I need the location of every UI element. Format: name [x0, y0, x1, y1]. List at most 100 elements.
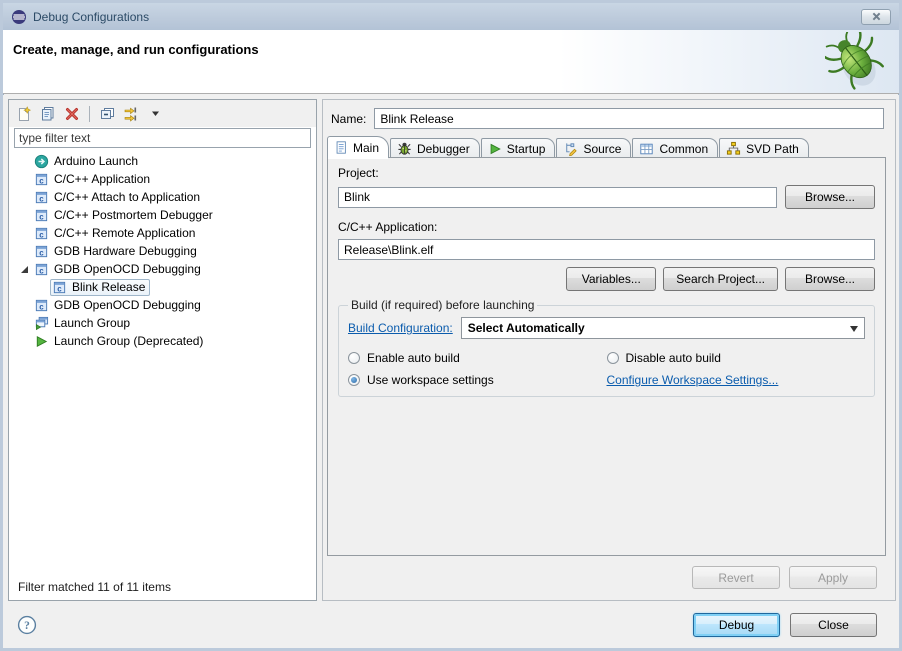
build-group-title: Build (if required) before launching [348, 298, 537, 312]
variables-button[interactable]: Variables... [566, 267, 656, 291]
build-configuration-value: Select Automatically [468, 321, 585, 335]
svg-text:c: c [39, 266, 44, 275]
banner-title: Create, manage, and run configurations [13, 42, 259, 57]
tree-item-label: C/C++ Postmortem Debugger [54, 208, 213, 222]
tree-item-c-c-postmortem-debugger[interactable]: c C/C++ Postmortem Debugger [9, 206, 316, 224]
search-project-button[interactable]: Search Project... [663, 267, 778, 291]
bug-graphic-icon [825, 32, 887, 92]
c-app-icon: c [34, 298, 49, 313]
c-app-icon: c [34, 190, 49, 205]
svg-text:c: c [39, 248, 44, 257]
launch-group-icon [34, 316, 49, 331]
tree-item-c-c-remote-application[interactable]: cC/C++ Remote Application [9, 224, 316, 242]
svg-text:c: c [57, 284, 62, 293]
build-configuration-select[interactable]: Select Automatically [461, 317, 865, 339]
tree-item-c-c-attach-to-application[interactable]: c C/C++ Attach to Application [9, 188, 316, 206]
tree-item-launch-group[interactable]: Launch Group [9, 314, 316, 332]
tab-debugger[interactable]: Debugger [390, 138, 480, 158]
collapse-all-button[interactable] [96, 103, 118, 125]
tree-item-gdb-openocd-debugging[interactable]: c GDB OpenOCD Debugging [9, 296, 316, 314]
name-input[interactable] [374, 108, 884, 129]
build-configuration-link[interactable]: Build Configuration: [348, 321, 453, 335]
radio-icon [348, 374, 360, 386]
c-app-icon: c [34, 172, 49, 187]
tree-item-label: Blink Release [72, 280, 145, 294]
application-label: C/C++ Application: [338, 220, 875, 234]
chevron-down-icon [151, 109, 160, 118]
tree-item-arduino-launch[interactable]: Arduino Launch [9, 152, 316, 170]
filter-configurations-button[interactable] [120, 103, 142, 125]
svd-path-tab-icon [726, 141, 741, 156]
new-configuration-button[interactable] [13, 103, 35, 125]
collapse-all-icon [99, 106, 115, 122]
debug-button[interactable]: Debug [693, 613, 780, 637]
expanded-twistie-icon[interactable] [17, 265, 32, 274]
tab-common[interactable]: Common [632, 138, 718, 158]
apply-button[interactable]: Apply [789, 566, 877, 589]
configure-workspace-settings-link[interactable]: Configure Workspace Settings... [607, 373, 866, 387]
delete-configuration-button[interactable] [61, 103, 83, 125]
tree-item-label: C/C++ Application [54, 172, 150, 186]
close-button[interactable]: Close [790, 613, 877, 637]
tree-item-launch-group-deprecated[interactable]: Launch Group (Deprecated) [9, 332, 316, 350]
filter-input[interactable] [14, 128, 311, 148]
c-app-icon: c [34, 244, 49, 259]
sidebar-toolbar [9, 100, 316, 127]
close-window-button[interactable] [861, 9, 891, 25]
c-app-icon: c [34, 208, 49, 223]
tree-item-blink-release[interactable]: c Blink Release [9, 278, 316, 296]
common-tab-icon [639, 142, 654, 156]
filter-status-text: Filter matched 11 of 11 items [18, 580, 171, 594]
tree-item-c-c-application[interactable]: c C/C++ Application [9, 170, 316, 188]
project-browse-button[interactable]: Browse... [785, 185, 875, 209]
radio-icon [607, 352, 619, 364]
svg-text:c: c [39, 194, 44, 203]
application-browse-button[interactable]: Browse... [785, 267, 875, 291]
configuration-editor: Name: Main DebuggerStartup Source Common SVD… [322, 99, 896, 601]
project-input[interactable] [338, 187, 777, 208]
eclipse-icon [11, 9, 27, 25]
help-icon[interactable]: ? [17, 615, 37, 635]
startup-tab-icon [488, 142, 502, 156]
tab-label: Source [583, 142, 621, 156]
tree-item-label: GDB OpenOCD Debugging [54, 298, 201, 312]
svg-text:?: ? [24, 620, 30, 632]
title-bar[interactable]: Debug Configurations [3, 3, 899, 30]
chevron-down-icon [850, 326, 858, 336]
tree-item-gdb-hardware-debugging[interactable]: cGDB Hardware Debugging [9, 242, 316, 260]
config-tabs: Main DebuggerStartup Source Common SVD Path [327, 137, 886, 158]
tab-label: SVD Path [746, 142, 799, 156]
arduino-launch-icon [34, 154, 49, 169]
close-icon [872, 12, 881, 21]
toolbar-separator [89, 106, 90, 122]
tab-source[interactable]: Source [556, 138, 631, 158]
tab-svd-path[interactable]: SVD Path [719, 138, 809, 158]
use-workspace-settings-radio[interactable]: Use workspace settings [348, 373, 607, 387]
tree-item-label: C/C++ Remote Application [54, 226, 195, 240]
tab-startup[interactable]: Startup [481, 138, 556, 158]
svg-text:c: c [39, 302, 44, 311]
revert-button[interactable]: Revert [692, 566, 780, 589]
debugger-tab-icon [397, 141, 412, 156]
tree-item-gdb-openocd-debugging[interactable]: c GDB OpenOCD Debugging [9, 260, 316, 278]
application-input[interactable] [338, 239, 875, 260]
name-label: Name: [331, 112, 366, 126]
delete-icon [64, 106, 80, 122]
duplicate-configuration-button[interactable] [37, 103, 59, 125]
tab-label: Common [659, 142, 708, 156]
c-app-icon: c [52, 280, 67, 295]
tree-item-label: C/C++ Attach to Application [54, 190, 200, 204]
filter-icon [123, 106, 139, 122]
radio-icon [348, 352, 360, 364]
svg-text:c: c [39, 176, 44, 185]
enable-auto-build-radio[interactable]: Enable auto build [348, 351, 607, 365]
tab-label: Main [353, 141, 379, 155]
tree-item-label: Arduino Launch [54, 154, 138, 168]
debug-configurations-dialog: Debug Configurations Create, manage, and… [0, 0, 902, 651]
disable-auto-build-radio[interactable]: Disable auto build [607, 351, 866, 365]
tab-main[interactable]: Main [327, 136, 389, 158]
c-app-icon: c [34, 262, 49, 277]
main-tab-content: Project: Browse... C/C++ Application: Va… [327, 157, 886, 556]
tree-item-label: GDB OpenOCD Debugging [54, 262, 201, 276]
filter-menu-button[interactable] [144, 103, 166, 125]
